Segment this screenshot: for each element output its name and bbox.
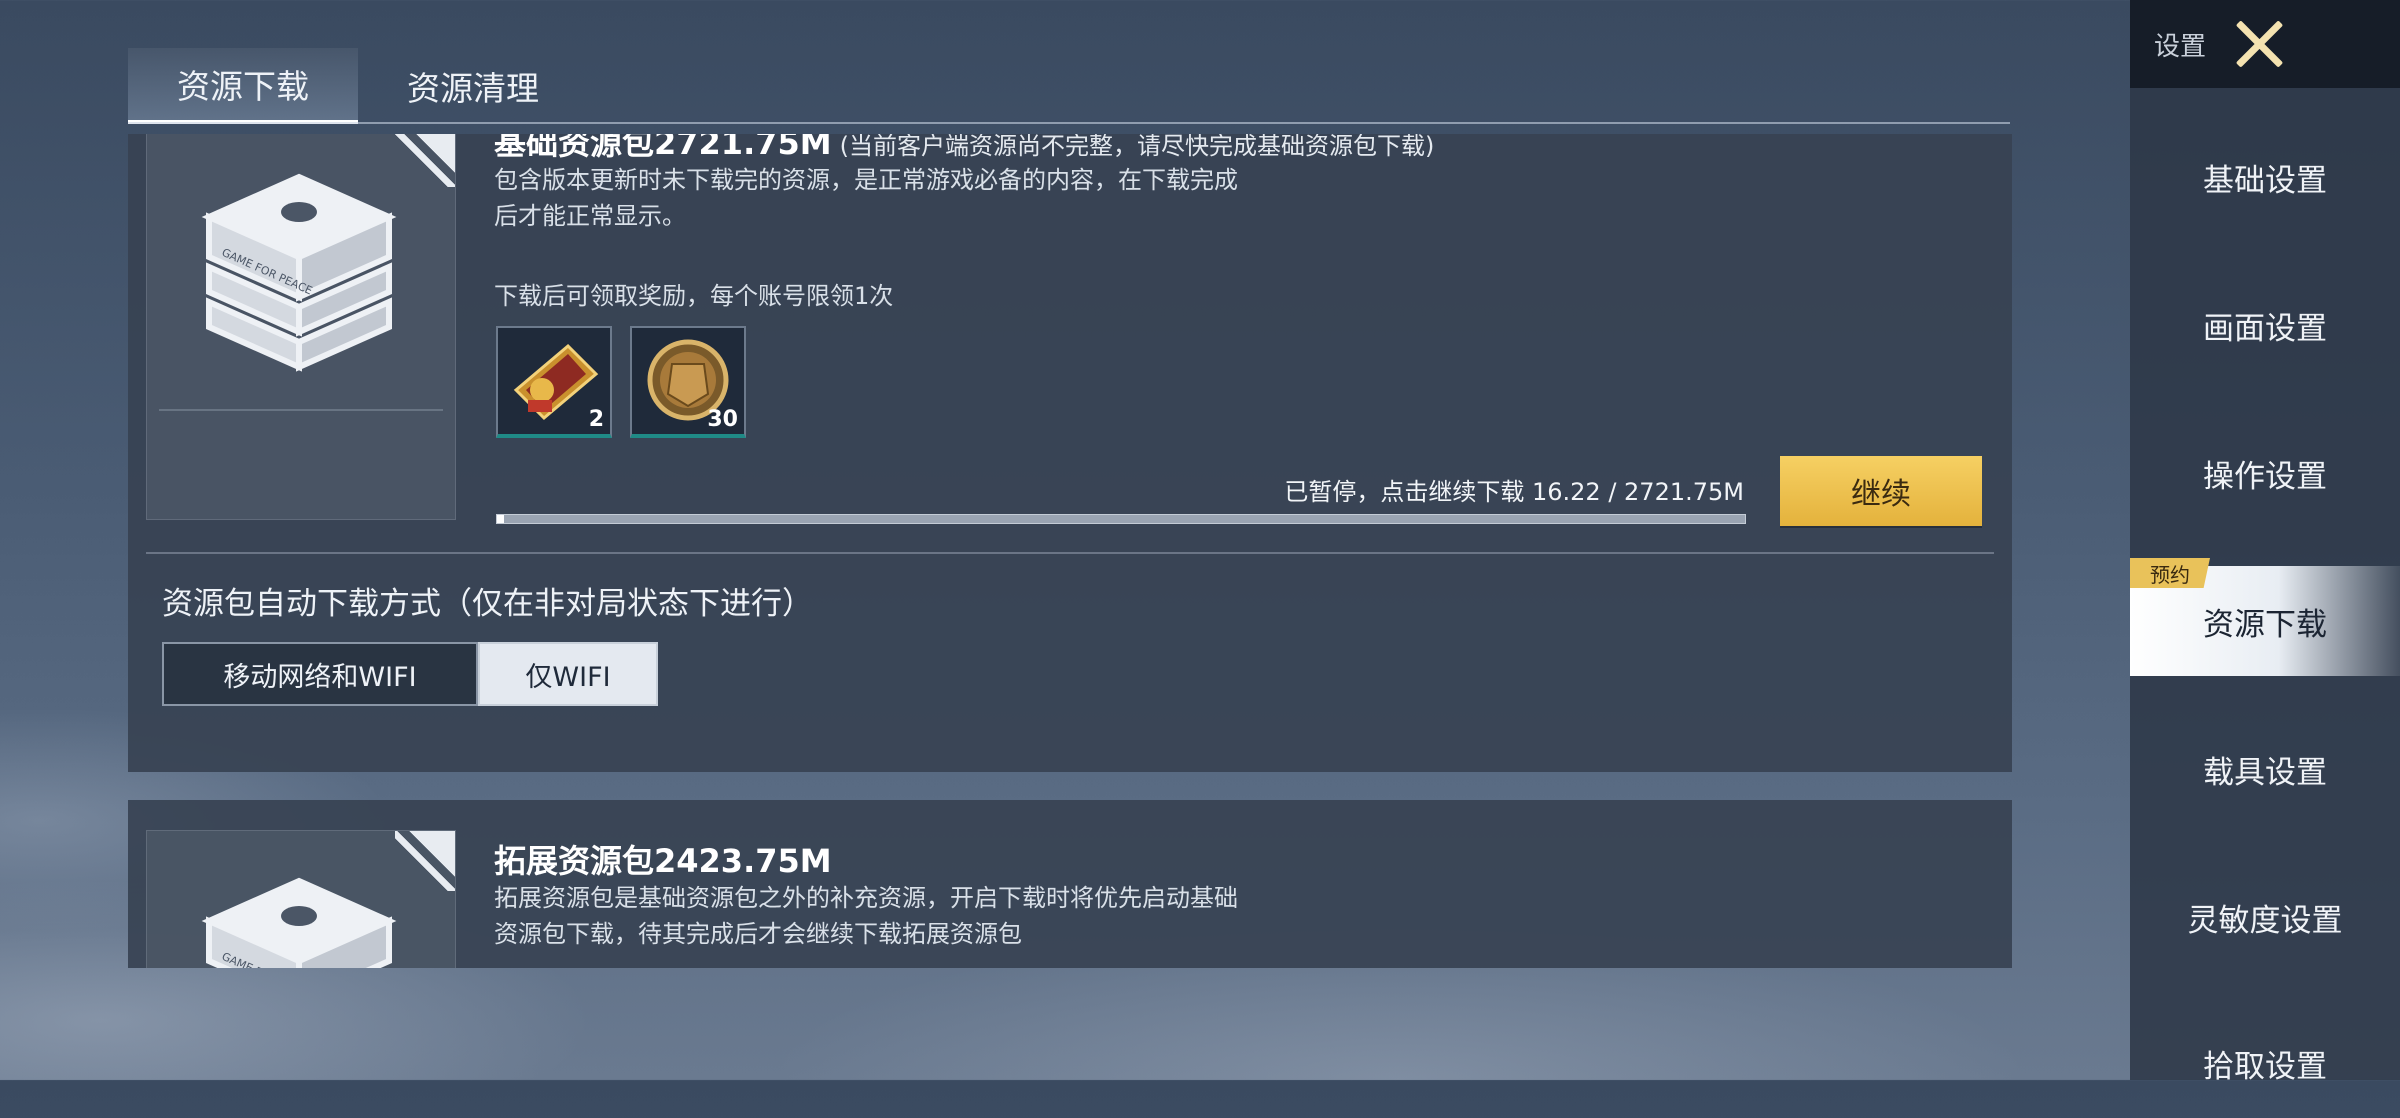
sidebar-item-basic[interactable]: 基础设置 xyxy=(2130,122,2400,232)
continue-download-button[interactable]: 继续 xyxy=(1780,456,1982,526)
tab-resource-download[interactable]: 资源下载 xyxy=(128,48,358,124)
basic-package-thumbnail: GAME FOR PEACE xyxy=(146,134,456,520)
sidebar-item-controls[interactable]: 操作设置 xyxy=(2130,418,2400,528)
download-progress-bar xyxy=(496,514,1746,524)
sidebar-header: 设置 xyxy=(2130,0,2400,88)
reward-count: 30 xyxy=(707,407,738,432)
option-wifi-only[interactable]: 仅WIFI xyxy=(478,642,658,706)
settings-sidebar: 设置 基础设置 画面设置 操作设置 资源下载 载具设置 灵敏度设置 拾取设置 xyxy=(2130,0,2400,1085)
option-mobile-and-wifi[interactable]: 移动网络和WIFI xyxy=(162,642,478,706)
sidebar-title: 设置 xyxy=(2154,32,2207,62)
sidebar-item-vehicle[interactable]: 载具设置 xyxy=(2130,714,2400,824)
corner-stripe-icon xyxy=(395,831,455,891)
basic-package-size: 基础资源包2721.75M xyxy=(494,134,832,162)
reward-count: 2 xyxy=(588,407,604,432)
sidebar-item-graphics[interactable]: 画面设置 xyxy=(2130,270,2400,380)
resource-box-icon: GAME FOR PEACE xyxy=(201,173,397,372)
description-line: 拓展资源包是基础资源包之外的补充资源，开启下载时将优先启动基础 xyxy=(494,884,1238,912)
description-line: 包含版本更新时未下载完的资源，是正常游戏必备的内容，在下载完成 xyxy=(494,166,1238,194)
extended-package-description: 拓展资源包是基础资源包之外的补充资源，开启下载时将优先启动基础 资源包下载，待其… xyxy=(494,880,1394,952)
thumbnail-separator xyxy=(159,409,443,411)
panel-divider xyxy=(146,552,1994,554)
close-icon[interactable] xyxy=(2230,14,2290,74)
basic-package-note: (当前客户端资源尚不完整，请尽快完成基础资源包下载) xyxy=(839,134,1435,160)
sidebar-item-pickup[interactable]: 拾取设置 xyxy=(2130,1008,2400,1118)
extended-package-panel: GAME FOR PEACE 拓展资源包2423.75M 拓展资源包是基础资源包… xyxy=(128,800,2012,968)
reward-item[interactable]: 2 xyxy=(496,326,612,438)
description-line: 后才能正常显示。 xyxy=(494,202,686,230)
auto-download-label: 资源包自动下载方式（仅在非对局状态下进行） xyxy=(162,586,813,622)
reward-item[interactable]: 30 xyxy=(630,326,746,438)
reservation-badge: 预约 xyxy=(2130,558,2210,588)
tabs-divider xyxy=(128,122,2010,124)
basic-package-title: 基础资源包2721.75M (当前客户端资源尚不完整，请尽快完成基础资源包下载) xyxy=(494,134,1434,164)
tab-resource-cleanup[interactable]: 资源清理 xyxy=(358,48,588,124)
extended-package-title: 拓展资源包2423.75M xyxy=(494,842,832,880)
sidebar-item-sensitivity[interactable]: 灵敏度设置 xyxy=(2130,862,2400,972)
download-status: 已暂停，点击继续下载 16.22 / 2721.75M xyxy=(1284,478,1744,506)
basic-package-panel: GAME FOR PEACE 基础资源包2721.75M (当前客户端资源尚不完整… xyxy=(128,134,2012,772)
description-line: 资源包下载，待其完成后才会继续下载拓展资源包 xyxy=(494,920,1022,948)
top-tabs: 资源下载 资源清理 xyxy=(128,48,588,124)
rewards-text: 下载后可领取奖励，每个账号限领1次 xyxy=(494,282,894,310)
extended-package-thumbnail: GAME FOR PEACE xyxy=(146,830,456,968)
basic-package-description: 包含版本更新时未下载完的资源，是正常游戏必备的内容，在下载完成 后才能正常显示。 xyxy=(494,162,1394,234)
corner-stripe-icon xyxy=(395,134,455,187)
resource-box-icon: GAME FOR PEACE xyxy=(201,877,397,968)
download-progress-fill xyxy=(497,515,505,523)
